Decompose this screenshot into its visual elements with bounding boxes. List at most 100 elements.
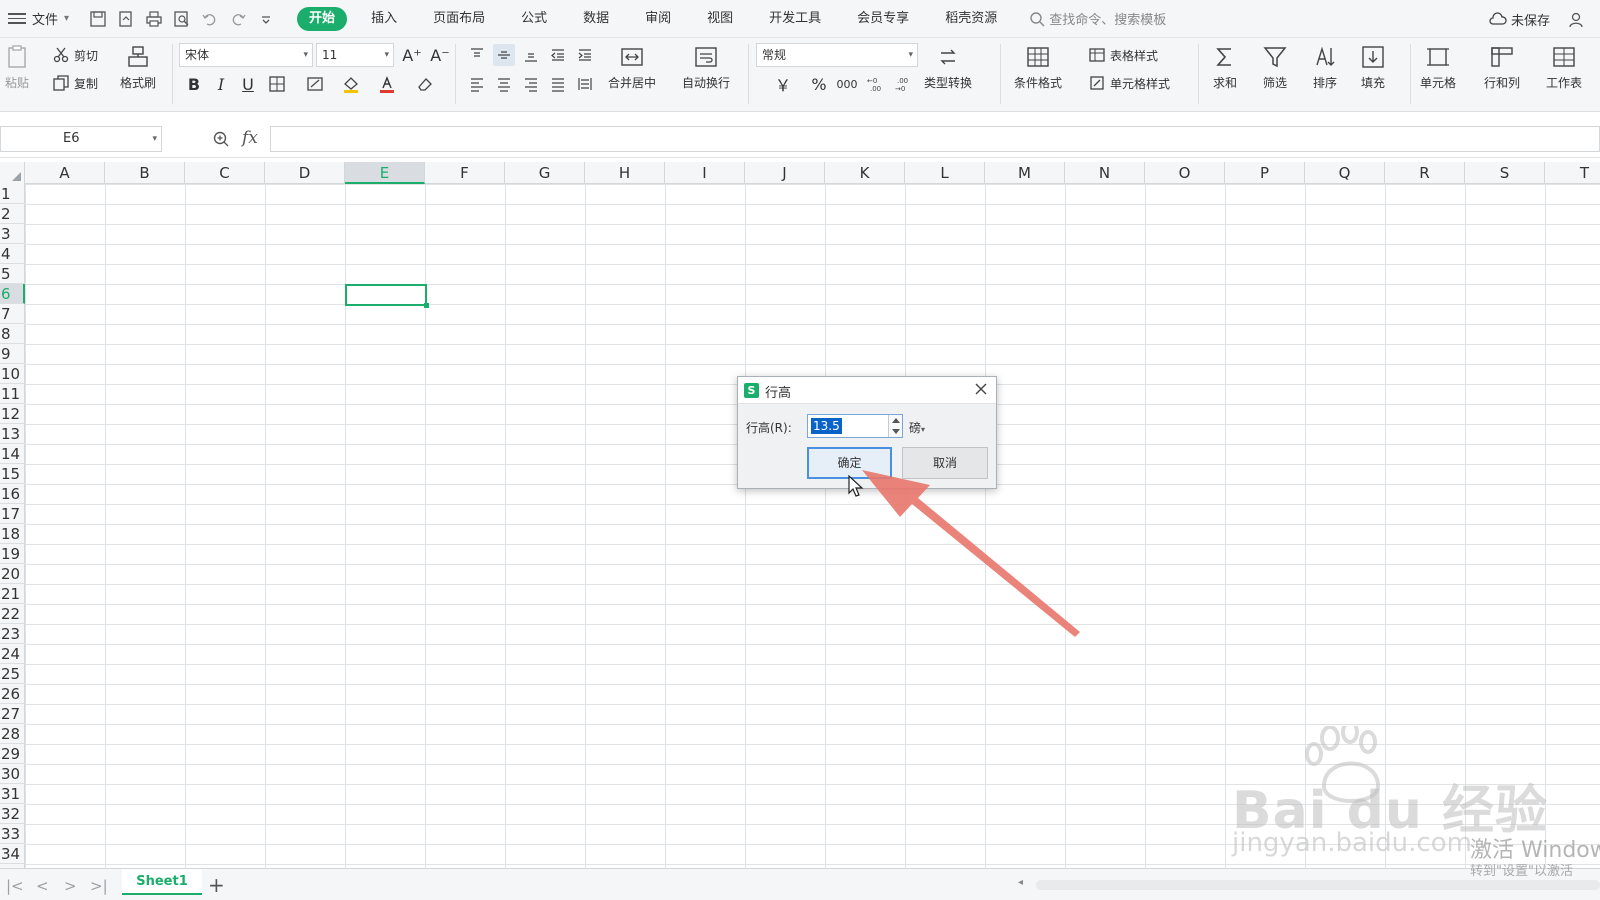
chevron-down-icon[interactable]: ▾ <box>64 13 69 24</box>
tab-formulas[interactable]: 公式 <box>503 7 565 31</box>
sort-button[interactable]: 排序 <box>1312 44 1338 91</box>
row-header[interactable]: 21 <box>0 584 25 604</box>
row-header[interactable]: 29 <box>0 744 25 764</box>
format-painter-button[interactable]: 格式刷 <box>120 44 156 91</box>
fill-button[interactable]: 填充 <box>1360 44 1386 91</box>
row-header[interactable]: 26 <box>0 684 25 704</box>
command-search[interactable]: 查找命令、搜索模板 <box>1029 9 1166 28</box>
row-header[interactable]: 31 <box>0 784 25 804</box>
cell-button[interactable]: 单元格 <box>1420 44 1456 91</box>
column-header[interactable]: E <box>345 162 425 184</box>
chevron-down-icon[interactable] <box>892 429 900 434</box>
row-header[interactable]: 28 <box>0 724 25 744</box>
column-header[interactable]: N <box>1065 162 1145 184</box>
menu-icon[interactable] <box>8 13 26 24</box>
formula-input[interactable] <box>270 126 1600 152</box>
column-header[interactable]: B <box>105 162 185 184</box>
bold-button[interactable]: B <box>183 73 205 95</box>
unit-select[interactable]: 磅▾ <box>909 419 925 436</box>
row-header[interactable]: 17 <box>0 504 25 524</box>
row-header[interactable]: 14 <box>0 444 25 464</box>
next-sheet-icon[interactable]: > <box>64 877 77 895</box>
decrease-decimal-button[interactable]: .00 →0 <box>892 73 914 95</box>
filter-button[interactable]: 筛选 <box>1262 44 1288 91</box>
column-header[interactable]: P <box>1225 162 1305 184</box>
column-header[interactable]: R <box>1385 162 1465 184</box>
font-size-select[interactable]: 11 ▾ <box>316 43 394 67</box>
currency-button[interactable]: ￥ <box>772 73 794 95</box>
column-header[interactable]: A <box>25 162 105 184</box>
print-icon[interactable] <box>145 10 163 28</box>
increase-font-button[interactable]: A⁺ <box>401 44 423 66</box>
row-header[interactable]: 30 <box>0 764 25 784</box>
name-box[interactable]: E6 ▾ <box>0 126 162 152</box>
cut-button[interactable]: 剪切 <box>52 46 98 64</box>
row-header[interactable]: 20 <box>0 564 25 584</box>
customize-toolbar-icon[interactable] <box>257 10 275 28</box>
distributed-align-button[interactable] <box>574 73 596 95</box>
row-col-button[interactable]: 行和列 <box>1484 44 1520 91</box>
row-header[interactable]: 2 <box>0 204 25 224</box>
tab-docer-resources[interactable]: 稻壳资源 <box>927 7 1015 31</box>
first-sheet-icon[interactable]: |< <box>6 877 24 895</box>
row-header[interactable]: 33 <box>0 824 25 844</box>
align-top-button[interactable] <box>466 44 488 66</box>
scroll-left-icon[interactable]: ◂ <box>1018 877 1023 888</box>
chevron-up-icon[interactable] <box>892 418 900 423</box>
cell-style-button[interactable]: 单元格样式 <box>1088 74 1170 92</box>
sheet-tab-sheet1[interactable]: Sheet1 <box>122 869 202 895</box>
thousands-separator-button[interactable]: 000 <box>836 73 858 95</box>
row-header[interactable]: 24 <box>0 644 25 664</box>
row-header[interactable]: 18 <box>0 524 25 544</box>
save-status[interactable]: 未保存 <box>1489 10 1550 29</box>
tab-data[interactable]: 数据 <box>565 7 627 31</box>
row-header[interactable]: 12 <box>0 404 25 424</box>
horizontal-scrollbar[interactable] <box>1036 880 1600 890</box>
print-preview-icon[interactable] <box>173 10 191 28</box>
redo-icon[interactable] <box>229 10 247 28</box>
row-height-stepper[interactable] <box>888 415 902 437</box>
justify-button[interactable] <box>547 73 569 95</box>
row-header[interactable]: 25 <box>0 664 25 684</box>
row-header[interactable]: 9 <box>0 344 25 364</box>
column-header[interactable]: K <box>825 162 905 184</box>
column-header[interactable]: G <box>505 162 585 184</box>
column-header[interactable]: D <box>265 162 345 184</box>
row-header[interactable]: 19 <box>0 544 25 564</box>
row-header[interactable]: 1 <box>0 184 25 204</box>
percent-button[interactable]: % <box>808 73 830 95</box>
underline-button[interactable]: U <box>237 73 259 95</box>
tab-home[interactable]: 开始 <box>297 6 348 31</box>
font-color-button[interactable] <box>376 73 398 95</box>
row-header[interactable]: 5 <box>0 264 25 284</box>
column-header[interactable]: J <box>745 162 825 184</box>
column-header[interactable]: M <box>985 162 1065 184</box>
table-style-button[interactable]: 表格样式 <box>1088 46 1158 64</box>
export-icon[interactable] <box>117 10 135 28</box>
row-header[interactable]: 11 <box>0 384 25 404</box>
tab-page-layout[interactable]: 页面布局 <box>415 7 503 31</box>
row-header[interactable]: 22 <box>0 604 25 624</box>
conditional-format-button[interactable]: 条件格式 <box>1014 44 1062 91</box>
column-header[interactable]: L <box>905 162 985 184</box>
row-header[interactable]: 4 <box>0 244 25 264</box>
row-header[interactable]: 27 <box>0 704 25 724</box>
italic-button[interactable]: I <box>210 73 232 95</box>
add-sheet-icon[interactable]: + <box>208 873 225 897</box>
font-name-select[interactable]: 宋体 ▾ <box>179 43 313 67</box>
row-header[interactable]: 6 <box>0 284 25 304</box>
prev-sheet-icon[interactable]: < <box>36 877 49 895</box>
border-button[interactable] <box>266 73 288 95</box>
fx-button[interactable]: fx <box>242 128 258 148</box>
column-header[interactable]: I <box>665 162 745 184</box>
close-icon[interactable] <box>974 382 988 396</box>
number-format-select[interactable]: 常规 ▾ <box>756 43 918 67</box>
last-sheet-icon[interactable]: >| <box>90 877 108 895</box>
align-center-button[interactable] <box>493 73 515 95</box>
align-right-button[interactable] <box>520 73 542 95</box>
row-header[interactable]: 34 <box>0 844 25 864</box>
zoom-icon[interactable] <box>212 130 230 148</box>
file-menu[interactable]: 文件 <box>32 9 58 28</box>
worksheet-grid[interactable]: ABCDEFGHIJKLMNOPQRST 1 2 3 4 5 6 7 8 9 10 11 12 13 14… <box>0 162 1600 868</box>
row-header[interactable]: 3 <box>0 224 25 244</box>
